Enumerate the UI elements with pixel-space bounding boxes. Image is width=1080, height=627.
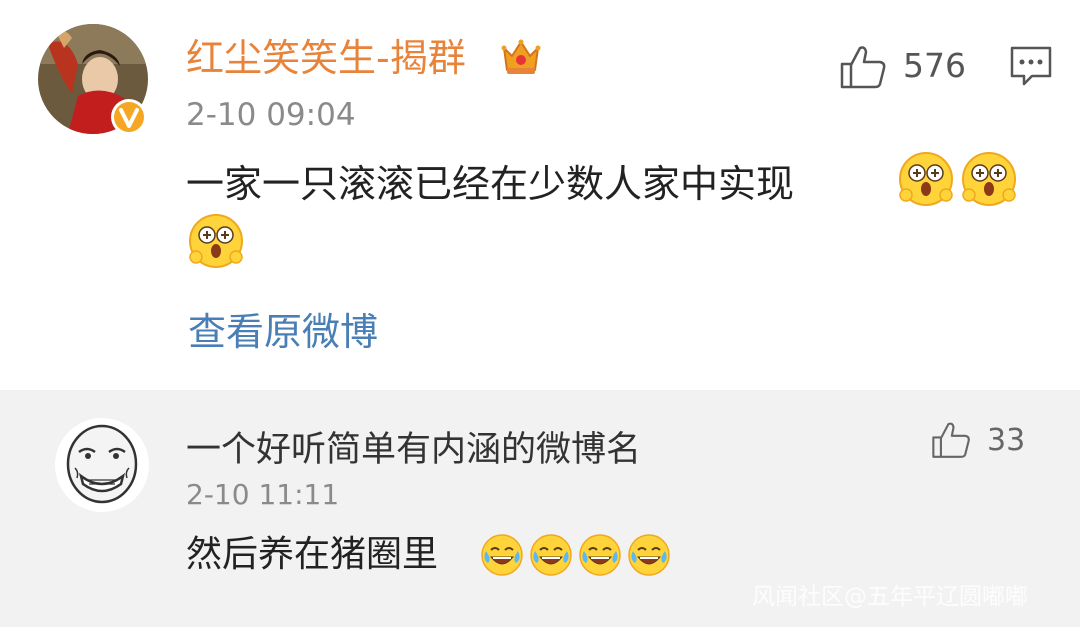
reply-like-count: 33 — [987, 423, 1026, 458]
watermark: 风闻社区@五年平辽圆嘟嘟 — [752, 584, 1028, 610]
main-comment: 红尘笑笑生-揭群 2-10 09:04 一家一只滚滚已经在少数人家中实现 查看原… — [0, 0, 1080, 390]
comment-text: 一家一只滚滚已经在少数人家中实现 — [186, 162, 795, 206]
surprised-emoji-icon — [961, 151, 1017, 207]
reply-username[interactable]: 一个好听简单有内涵的微博名 — [186, 426, 641, 474]
reply-avatar[interactable] — [55, 418, 149, 512]
like-count: 576 — [903, 46, 966, 85]
laughing-crying-emoji-icon — [529, 533, 573, 577]
surprised-emoji-icon — [188, 213, 244, 269]
reply-comment: 一个好听简单有内涵的微博名 2-10 11:11 然后养在猪圈里 33 风闻社区… — [0, 390, 1080, 627]
verified-badge-icon — [110, 98, 148, 136]
view-original-link[interactable]: 查看原微博 — [188, 306, 378, 358]
timestamp: 2-10 09:04 — [186, 97, 356, 133]
laughing-crying-emoji-icon — [578, 533, 622, 577]
surprised-emoji-icon — [898, 151, 954, 207]
reply-timestamp: 2-10 11:11 — [186, 478, 340, 511]
comment-icon[interactable] — [1008, 44, 1054, 88]
thumbs-up-icon[interactable] — [838, 44, 888, 90]
username[interactable]: 红尘笑笑生-揭群 — [186, 32, 466, 84]
laughing-crying-emoji-icon — [627, 533, 671, 577]
thumbs-up-icon[interactable] — [930, 420, 972, 460]
laughing-crying-emoji-icon — [480, 533, 524, 577]
reply-text: 然后养在猪圈里 — [186, 534, 439, 575]
vip-crown-icon — [498, 34, 544, 80]
